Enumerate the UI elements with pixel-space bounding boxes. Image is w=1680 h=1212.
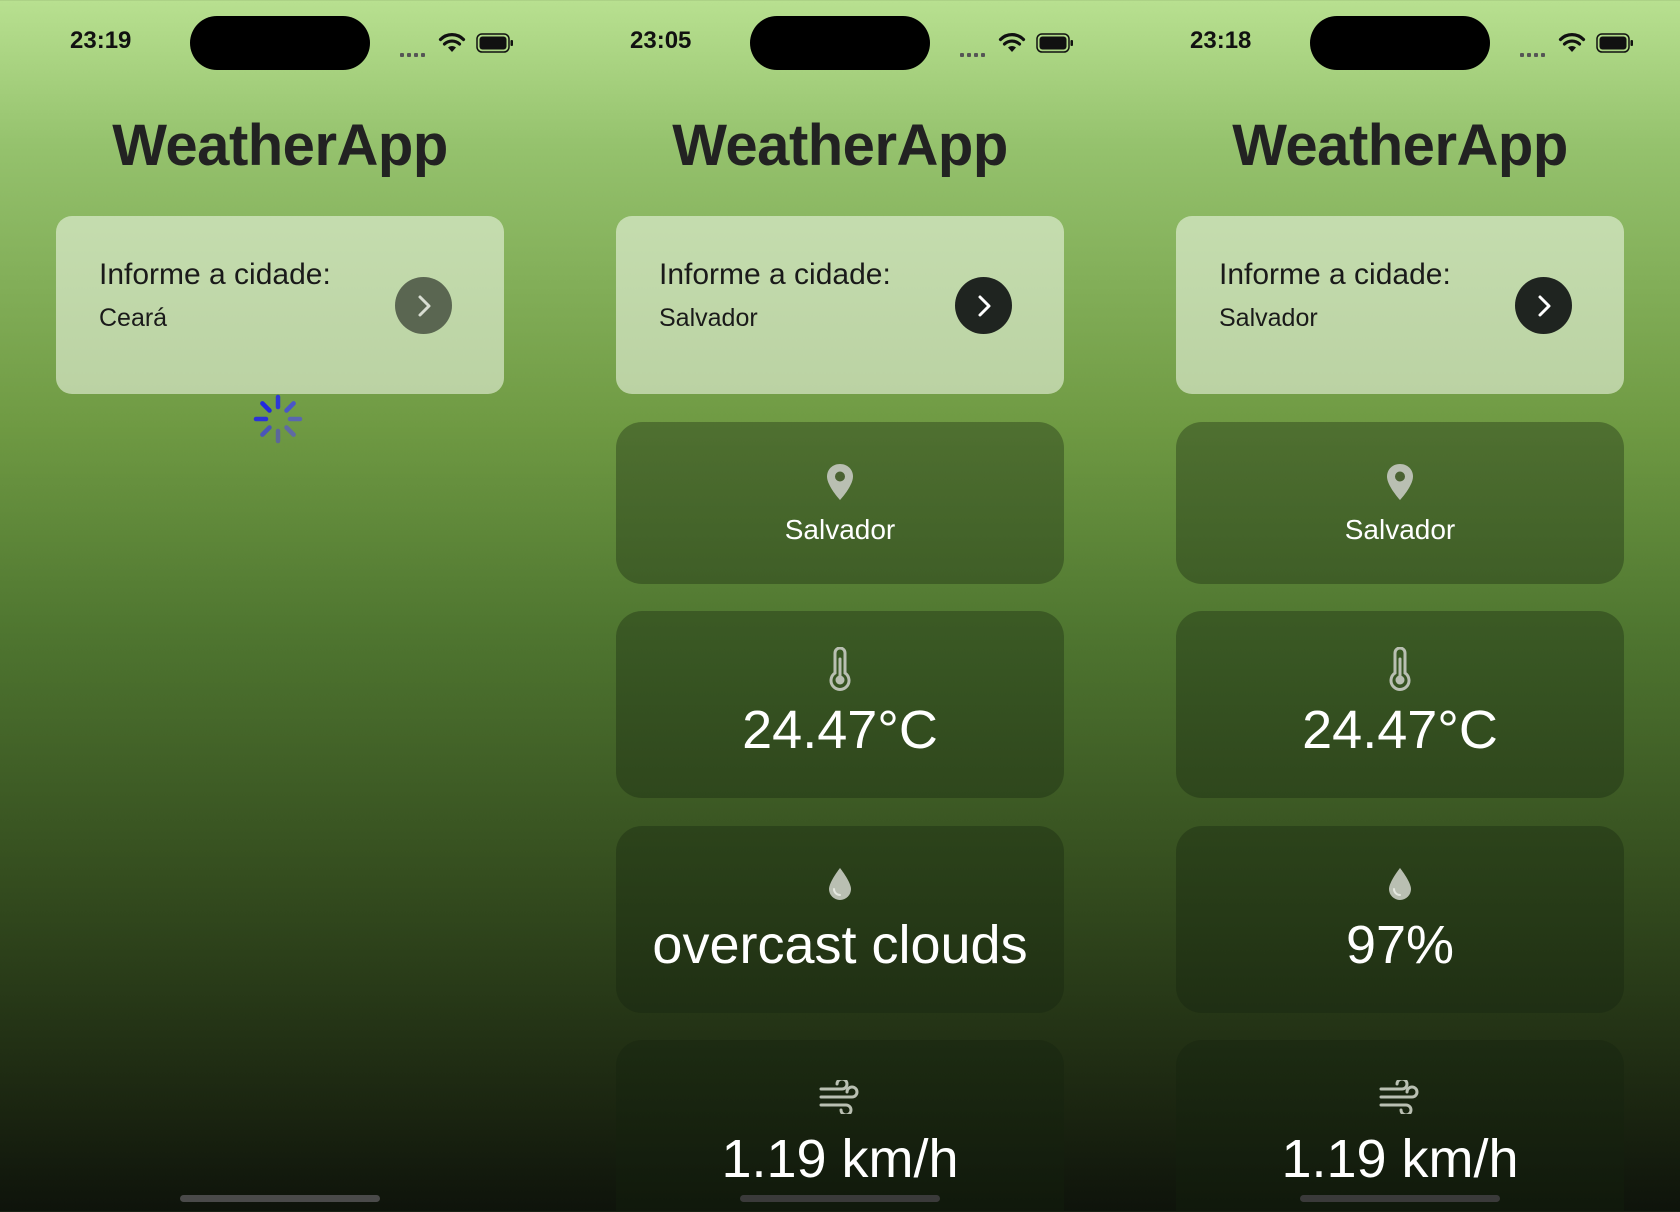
status-time: 23:18 <box>1190 27 1252 54</box>
phone-screen-weather-humidity: 23:18 WeatherApp Informe a cidade: Salva… <box>1120 0 1680 1212</box>
status-bar: 23:05 <box>560 0 1120 86</box>
app-title: WeatherApp <box>1232 113 1568 178</box>
wind-icon <box>1176 1080 1624 1114</box>
battery-icon <box>1596 33 1633 53</box>
chevron-right-icon <box>418 295 430 316</box>
home-indicator[interactable] <box>180 1195 380 1202</box>
water-drop-icon <box>616 866 1064 902</box>
detail-card: overcast clouds <box>616 826 1064 1013</box>
wifi-icon <box>1558 33 1586 52</box>
city-input[interactable] <box>99 304 379 333</box>
cellular-signal-icon <box>400 44 430 57</box>
city-search-card: Informe a cidade: <box>616 216 1064 394</box>
chevron-right-icon <box>978 295 990 316</box>
home-indicator[interactable] <box>740 1195 940 1202</box>
wind-value: 1.19 km/h <box>721 1129 959 1189</box>
thermometer-icon <box>616 647 1064 691</box>
search-submit-button[interactable] <box>955 277 1012 334</box>
city-search-label: Informe a cidade: <box>99 258 331 291</box>
map-pin-icon <box>616 462 1064 502</box>
wind-icon <box>616 1080 1064 1114</box>
wind-card: 1.19 km/h <box>1176 1040 1624 1212</box>
location-card: Salvador <box>616 422 1064 584</box>
humidity-value: 97% <box>1345 915 1455 975</box>
cellular-signal-icon <box>960 44 990 57</box>
battery-icon <box>1036 33 1073 53</box>
search-submit-button[interactable] <box>395 277 452 334</box>
dynamic-island <box>190 16 370 70</box>
status-indicators <box>400 30 520 57</box>
location-value: Salvador <box>784 514 896 545</box>
city-input[interactable] <box>659 304 939 333</box>
city-search-label: Informe a cidade: <box>659 258 891 291</box>
phone-screen-weather-description: 23:05 WeatherApp Informe a cidade: Salva… <box>560 0 1120 1212</box>
temperature-card: 24.47°C <box>616 611 1064 798</box>
temperature-card: 24.47°C <box>1176 611 1624 798</box>
status-time: 23:19 <box>70 27 132 54</box>
detail-value: overcast clouds <box>652 915 1028 975</box>
city-search-label: Informe a cidade: <box>1219 258 1451 291</box>
status-bar: 23:18 <box>1120 0 1680 86</box>
city-input[interactable] <box>1219 304 1499 333</box>
wind-card: 1.19 km/h <box>616 1040 1064 1212</box>
spinner-icon <box>253 394 303 444</box>
city-search-card: Informe a cidade: <box>1176 216 1624 394</box>
search-submit-button[interactable] <box>1515 277 1572 334</box>
humidity-card: 97% <box>1176 826 1624 1013</box>
temperature-value: 24.47°C <box>742 700 938 760</box>
status-bar: 23:19 <box>0 0 560 86</box>
app-title: WeatherApp <box>672 113 1008 178</box>
status-time: 23:05 <box>630 27 692 54</box>
temperature-value: 24.47°C <box>1302 700 1498 760</box>
status-indicators <box>960 30 1080 57</box>
home-indicator[interactable] <box>1300 1195 1500 1202</box>
phone-screen-loading: 23:19 WeatherApp Informe a cidade: <box>0 0 560 1212</box>
wind-value: 1.19 km/h <box>1281 1129 1519 1189</box>
cellular-signal-icon <box>1520 44 1550 57</box>
chevron-right-icon <box>1538 295 1550 316</box>
thermometer-icon <box>1176 647 1624 691</box>
dynamic-island <box>750 16 930 70</box>
city-search-card: Informe a cidade: <box>56 216 504 394</box>
water-drop-icon <box>1176 866 1624 902</box>
app-title: WeatherApp <box>112 113 448 178</box>
location-card: Salvador <box>1176 422 1624 584</box>
location-value: Salvador <box>1344 514 1456 545</box>
map-pin-icon <box>1176 462 1624 502</box>
status-indicators <box>1520 30 1640 57</box>
wifi-icon <box>438 33 466 52</box>
dynamic-island <box>1310 16 1490 70</box>
battery-icon <box>476 33 513 53</box>
wifi-icon <box>998 33 1026 52</box>
